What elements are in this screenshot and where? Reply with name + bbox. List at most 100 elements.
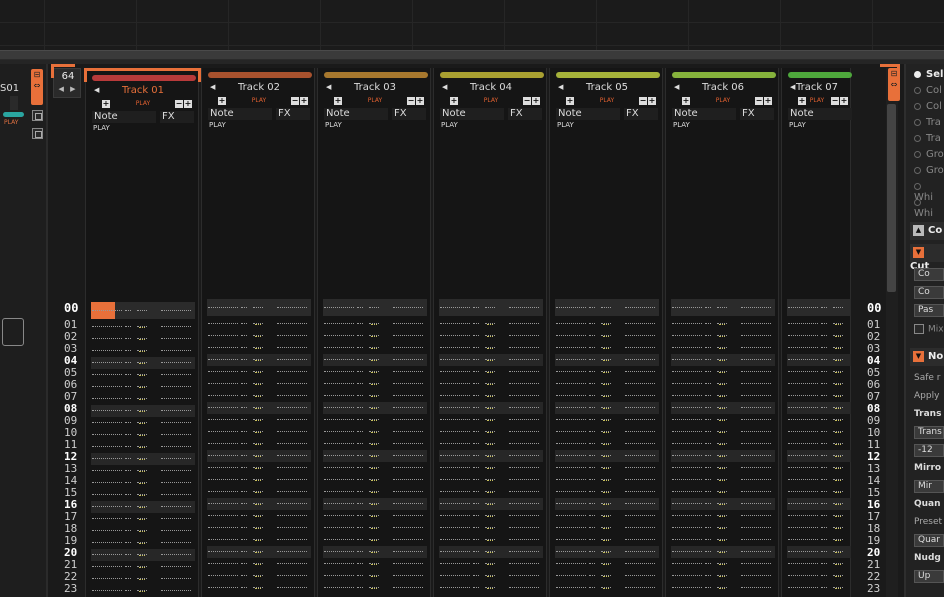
pattern-row[interactable] <box>439 474 543 486</box>
pattern-grid[interactable] <box>439 299 543 594</box>
fx-column-header[interactable]: FX <box>160 111 194 123</box>
pattern-row[interactable] <box>323 546 427 558</box>
pattern-row[interactable] <box>787 582 851 594</box>
remove-column-icon[interactable]: − <box>831 97 839 105</box>
pattern-row[interactable] <box>439 318 543 330</box>
pattern-row[interactable] <box>91 333 195 345</box>
add-column-icon[interactable]: + <box>416 97 424 105</box>
pattern-row[interactable] <box>671 570 775 582</box>
pattern-row[interactable] <box>555 558 659 570</box>
pattern-row[interactable] <box>439 510 543 522</box>
track-name[interactable]: Track 03 <box>318 82 432 93</box>
pattern-row[interactable] <box>323 582 427 594</box>
pattern-row[interactable] <box>439 462 543 474</box>
add-column-icon[interactable]: + <box>532 97 540 105</box>
pattern-row[interactable] <box>207 582 311 594</box>
track-column[interactable]: ◀ Track 05 PLAY + − + Note FX PLAY <box>549 68 663 597</box>
pattern-grid[interactable] <box>323 299 427 594</box>
pattern-grid[interactable] <box>207 299 311 594</box>
pattern-row[interactable] <box>207 498 311 510</box>
pattern-row[interactable] <box>91 429 195 441</box>
pattern-row[interactable] <box>91 302 195 319</box>
pattern-row[interactable] <box>787 534 851 546</box>
pattern-row[interactable] <box>439 450 543 462</box>
pattern-row[interactable] <box>91 525 195 537</box>
pattern-row[interactable] <box>439 486 543 498</box>
track-column[interactable]: ◀ Track 01 PLAY + − + Note FX PLAY <box>85 68 199 597</box>
pattern-row[interactable] <box>323 570 427 582</box>
track-name[interactable]: Track 02 <box>202 82 316 93</box>
pattern-row[interactable] <box>439 354 543 366</box>
add-column-icon[interactable]: + <box>682 97 690 105</box>
pattern-row[interactable] <box>787 462 851 474</box>
pattern-row[interactable] <box>671 450 775 462</box>
track-color-bar[interactable] <box>92 75 196 81</box>
track-color-bar[interactable] <box>440 72 544 78</box>
pattern-row[interactable] <box>439 366 543 378</box>
pattern-row[interactable] <box>323 474 427 486</box>
pattern-row[interactable] <box>91 321 195 333</box>
nudge-up-button[interactable]: Up <box>914 570 944 583</box>
track-name[interactable]: Track 06 <box>666 82 780 93</box>
remove-column-icon[interactable]: − <box>291 97 299 105</box>
pattern-row[interactable] <box>323 366 427 378</box>
track-column[interactable]: ◀ Track 06 PLAY + − + Note FX PLAY <box>665 68 779 597</box>
pattern-row[interactable] <box>323 522 427 534</box>
remove-column-icon[interactable]: − <box>755 97 763 105</box>
sequence-slot[interactable] <box>2 318 24 346</box>
track-name[interactable]: Track 05 <box>550 82 664 93</box>
selection-scope-option[interactable]: Sel <box>914 69 943 80</box>
pattern-row[interactable] <box>323 486 427 498</box>
pattern-length-arrows-icon[interactable]: ◀ ▶ <box>56 85 80 93</box>
pattern-row[interactable] <box>91 573 195 585</box>
pattern-row[interactable] <box>671 510 775 522</box>
pattern-row[interactable] <box>671 438 775 450</box>
pattern-row[interactable] <box>671 462 775 474</box>
pattern-row[interactable] <box>555 414 659 426</box>
add-column-icon[interactable]: + <box>450 97 458 105</box>
pattern-row[interactable] <box>91 489 195 501</box>
pattern-row[interactable] <box>91 561 195 573</box>
pattern-row[interactable] <box>323 534 427 546</box>
pattern-row[interactable] <box>671 342 775 354</box>
pattern-row[interactable] <box>207 462 311 474</box>
pattern-row[interactable] <box>671 474 775 486</box>
pattern-row[interactable] <box>671 366 775 378</box>
pattern-row[interactable] <box>787 299 851 316</box>
pattern-row[interactable] <box>323 438 427 450</box>
note-column-header[interactable]: Note <box>324 108 388 120</box>
track-color-bar[interactable] <box>556 72 660 78</box>
pattern-row[interactable] <box>91 501 195 513</box>
pattern-row[interactable] <box>555 366 659 378</box>
pattern-row[interactable] <box>91 417 195 429</box>
pattern-row[interactable] <box>671 354 775 366</box>
pattern-row[interactable] <box>207 570 311 582</box>
pattern-row[interactable] <box>439 498 543 510</box>
add-column-icon[interactable]: + <box>300 97 308 105</box>
pattern-row[interactable] <box>555 582 659 594</box>
pattern-row[interactable] <box>323 558 427 570</box>
pattern-row[interactable] <box>555 438 659 450</box>
track-name[interactable]: Track 01 <box>86 85 200 96</box>
pattern-row[interactable] <box>91 513 195 525</box>
pattern-row[interactable] <box>207 390 311 402</box>
add-column-icon[interactable]: + <box>648 97 656 105</box>
pattern-row[interactable] <box>439 402 543 414</box>
pattern-row[interactable] <box>787 390 851 402</box>
pattern-row[interactable] <box>323 414 427 426</box>
pattern-row[interactable] <box>91 465 195 477</box>
pattern-row[interactable] <box>555 510 659 522</box>
pattern-row[interactable] <box>787 354 851 366</box>
pattern-row[interactable] <box>207 354 311 366</box>
pattern-row[interactable] <box>323 450 427 462</box>
selection-scope-option[interactable]: Gro <box>914 149 944 160</box>
copy-section-header[interactable]: ▲ Co <box>910 222 944 240</box>
pattern-row[interactable] <box>555 354 659 366</box>
pattern-row[interactable] <box>207 414 311 426</box>
pattern-row[interactable] <box>439 438 543 450</box>
fx-column-header[interactable]: FX <box>624 108 658 120</box>
pattern-row[interactable] <box>207 438 311 450</box>
pattern-row[interactable] <box>91 393 195 405</box>
pattern-row[interactable] <box>671 546 775 558</box>
fx-column-header[interactable]: FX <box>276 108 310 120</box>
